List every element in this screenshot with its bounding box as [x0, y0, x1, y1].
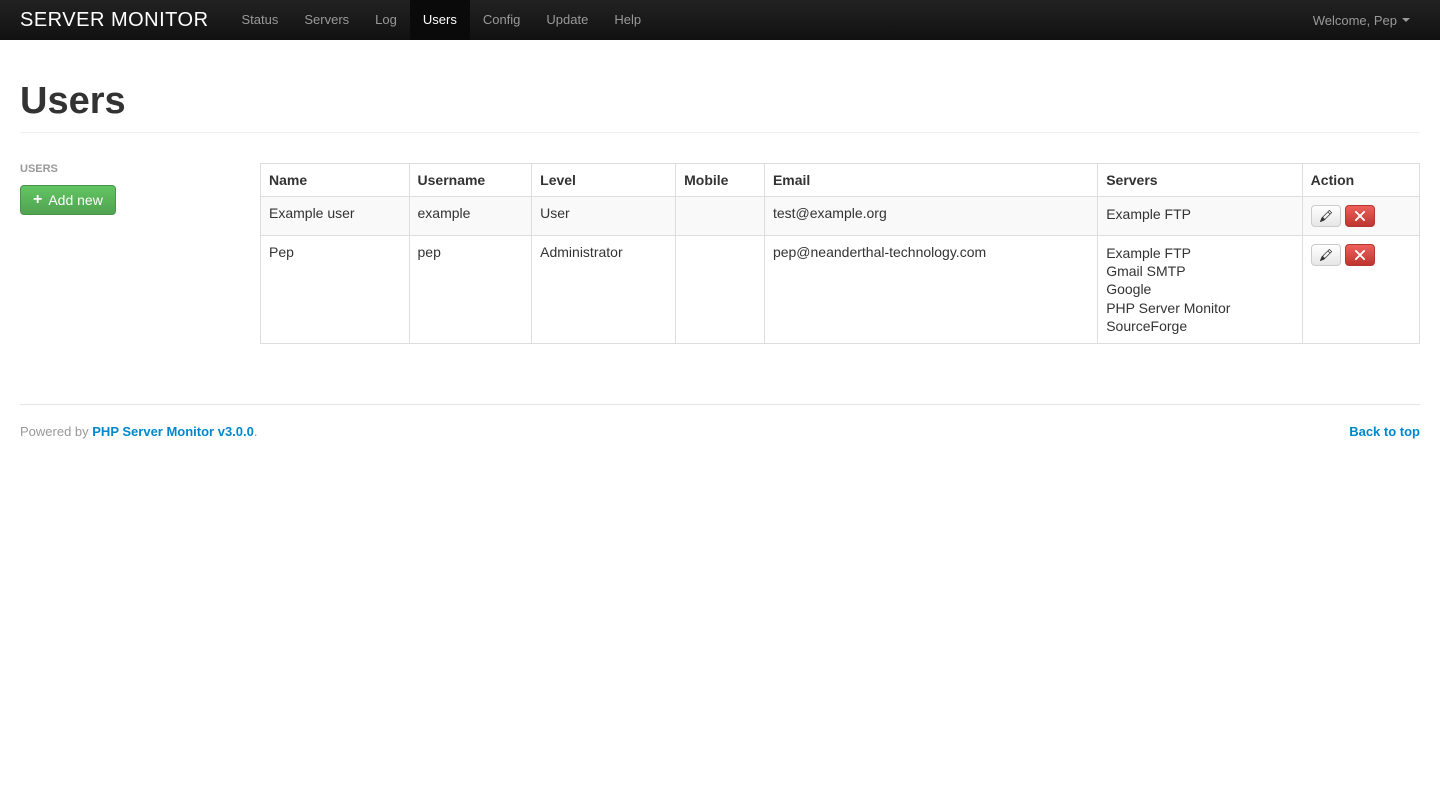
plus-icon: + [33, 192, 42, 208]
server-item: PHP Server Monitor [1106, 299, 1293, 317]
footer-right: Back to top [1349, 424, 1420, 439]
nav-menu: Status Servers Log Users Config Update H… [229, 0, 1303, 40]
edit-button[interactable] [1311, 205, 1341, 227]
content-row: USERS + Add new Name Username Level Mobi… [20, 163, 1420, 344]
top-navbar: SERVER MONITOR Status Servers Log Users … [0, 0, 1440, 40]
nav-link-servers[interactable]: Servers [291, 0, 362, 40]
footer-left: Powered by PHP Server Monitor v3.0.0. [20, 424, 258, 439]
cell-mobile [676, 236, 765, 344]
server-item: Example FTP [1106, 205, 1293, 223]
table-row: Example user example User test@example.o… [261, 197, 1420, 236]
brand-link[interactable]: SERVER MONITOR [20, 9, 209, 32]
delete-button[interactable] [1345, 244, 1375, 266]
th-name: Name [261, 164, 410, 197]
nav-link-log[interactable]: Log [362, 0, 410, 40]
footer-period: . [254, 424, 258, 439]
server-item: Gmail SMTP [1106, 262, 1293, 280]
nav-item-status[interactable]: Status [229, 0, 292, 40]
nav-item-servers[interactable]: Servers [291, 0, 362, 40]
sidebar-heading: USERS [20, 163, 240, 175]
cell-name: Pep [261, 236, 410, 344]
th-servers: Servers [1098, 164, 1302, 197]
server-item: Example FTP [1106, 244, 1293, 262]
main-container: Users USERS + Add new Name Username Leve… [0, 40, 1440, 364]
cell-servers: Example FTP [1098, 197, 1302, 236]
table-header-row: Name Username Level Mobile Email Servers… [261, 164, 1420, 197]
nav-link-config[interactable]: Config [470, 0, 534, 40]
cell-level: User [532, 197, 676, 236]
table-row: Pep pep Administrator pep@neanderthal-te… [261, 236, 1420, 344]
server-item: Google [1106, 280, 1293, 298]
close-icon [1354, 249, 1366, 261]
cell-level: Administrator [532, 236, 676, 344]
navbar-user-area: Welcome, Pep [1303, 13, 1420, 28]
pencil-icon [1320, 249, 1332, 261]
add-new-button[interactable]: + Add new [20, 185, 116, 215]
nav-item-log[interactable]: Log [362, 0, 410, 40]
pencil-icon [1320, 210, 1332, 222]
cell-action [1302, 236, 1419, 344]
th-level: Level [532, 164, 676, 197]
cell-username: example [409, 197, 532, 236]
nav-link-help[interactable]: Help [601, 0, 654, 40]
th-mobile: Mobile [676, 164, 765, 197]
nav-link-status[interactable]: Status [229, 0, 292, 40]
cell-name: Example user [261, 197, 410, 236]
back-to-top-link[interactable]: Back to top [1349, 424, 1420, 439]
footer: Powered by PHP Server Monitor v3.0.0. Ba… [20, 404, 1420, 439]
powered-by-link[interactable]: PHP Server Monitor v3.0.0 [92, 424, 254, 439]
th-email: Email [764, 164, 1097, 197]
cell-servers: Example FTP Gmail SMTP Google PHP Server… [1098, 236, 1302, 344]
nav-item-help[interactable]: Help [601, 0, 654, 40]
cell-action [1302, 197, 1419, 236]
powered-by-prefix: Powered by [20, 424, 92, 439]
server-item: SourceForge [1106, 317, 1293, 335]
edit-button[interactable] [1311, 244, 1341, 266]
nav-item-update[interactable]: Update [533, 0, 601, 40]
page-title: Users [20, 80, 1420, 123]
chevron-down-icon [1402, 18, 1410, 22]
page-header: Users [20, 80, 1420, 133]
cell-email: test@example.org [764, 197, 1097, 236]
users-table: Name Username Level Mobile Email Servers… [260, 163, 1420, 344]
nav-item-users[interactable]: Users [410, 0, 470, 40]
cell-mobile [676, 197, 765, 236]
welcome-text: Welcome, Pep [1313, 13, 1397, 28]
cell-email: pep@neanderthal-technology.com [764, 236, 1097, 344]
add-new-label: Add new [48, 192, 102, 208]
sidebar: USERS + Add new [20, 163, 260, 344]
cell-username: pep [409, 236, 532, 344]
th-action: Action [1302, 164, 1419, 197]
th-username: Username [409, 164, 532, 197]
close-icon [1354, 210, 1366, 222]
nav-link-users[interactable]: Users [410, 0, 470, 40]
nav-link-update[interactable]: Update [533, 0, 601, 40]
main-content: Name Username Level Mobile Email Servers… [260, 163, 1420, 344]
delete-button[interactable] [1345, 205, 1375, 227]
nav-item-config[interactable]: Config [470, 0, 534, 40]
user-dropdown[interactable]: Welcome, Pep [1303, 13, 1420, 28]
